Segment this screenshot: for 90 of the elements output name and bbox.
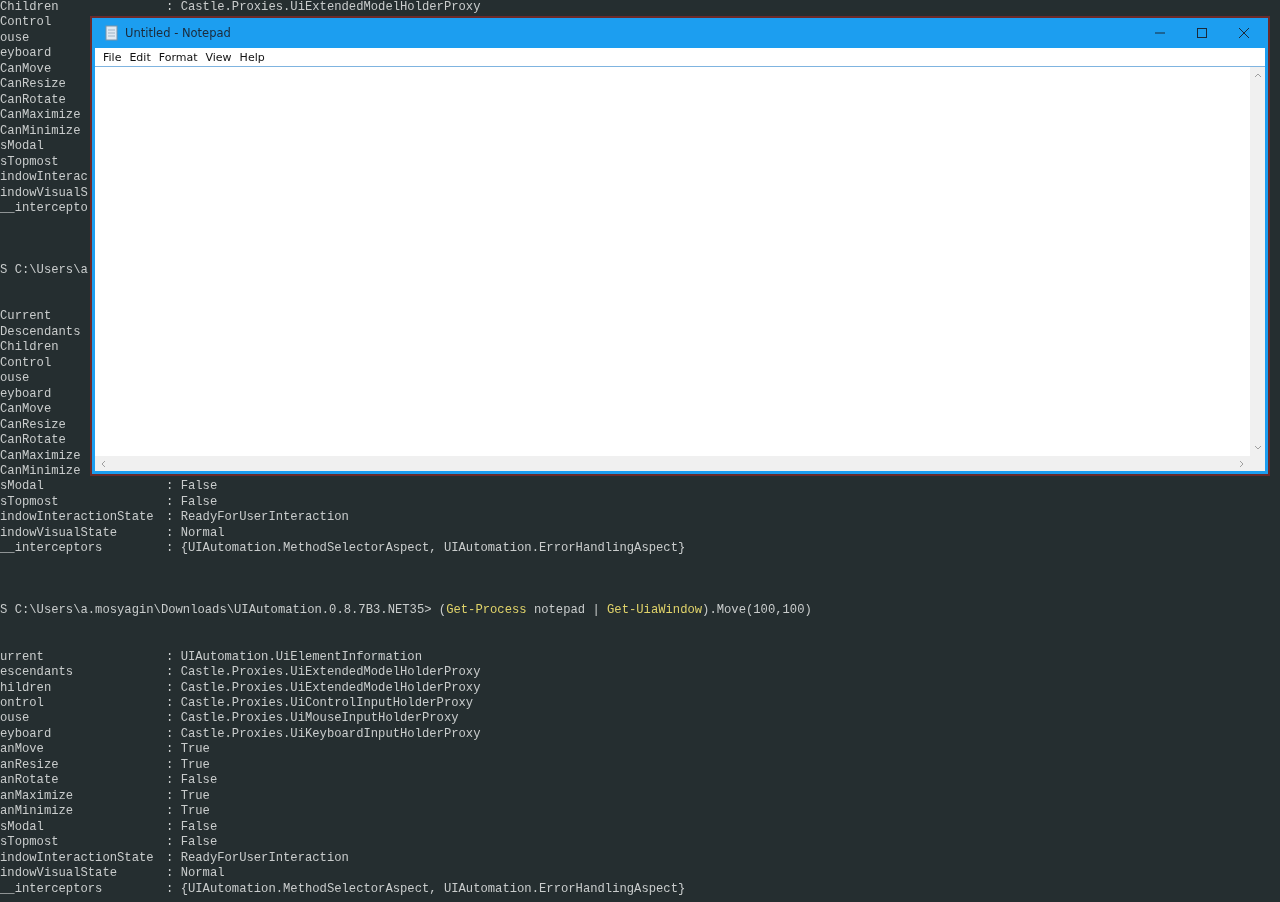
property-name: CanRotate	[0, 433, 66, 448]
property-name: __interceptors	[0, 881, 103, 896]
property-name: CanRotate	[0, 92, 66, 107]
property-value: : False	[166, 819, 218, 836]
property-value: : Castle.Proxies.UiKeyboardInputHolderProxy	[166, 726, 481, 743]
property-name: anMinimize	[0, 804, 74, 819]
property-value: : False	[166, 773, 218, 789]
property-name: anRotate	[0, 773, 59, 788]
property-value: : False	[166, 494, 218, 511]
property-name: CanMove	[0, 402, 52, 417]
command-text: ).Move(100,100)	[702, 603, 812, 619]
notepad-icon	[105, 25, 119, 41]
property-value: : False	[166, 835, 218, 851]
window-title: Untitled - Notepad	[125, 26, 231, 40]
property-name: indowVisualState	[0, 866, 118, 881]
property-name: Descendants	[0, 324, 81, 339]
property-name: ouse	[0, 711, 30, 726]
property-name: anMove	[0, 742, 44, 757]
property-name: eyboard	[0, 726, 52, 741]
scroll-left-icon[interactable]	[100, 459, 106, 468]
property-value: : Normal	[166, 866, 225, 882]
property-value: : UIAutomation.UiElementInformation	[166, 649, 422, 666]
property-name: CanMinimize	[0, 123, 81, 138]
property-value: : Normal	[166, 525, 225, 542]
property-name: eyboard	[0, 386, 52, 401]
prompt-path: S C:\Users\a	[0, 262, 88, 279]
property-name: urrent	[0, 649, 44, 664]
property-name: CanMaximize	[0, 108, 81, 123]
vertical-scrollbar[interactable]	[1250, 67, 1265, 456]
property-name: CanResize	[0, 77, 66, 92]
property-name: sModal	[0, 139, 44, 154]
menu-item[interactable]: Format	[154, 50, 202, 64]
property-name: Children	[0, 0, 59, 14]
property-name: ouse	[0, 371, 30, 386]
property-value: : ReadyForUserInteraction	[166, 850, 349, 867]
property-name: Control	[0, 355, 52, 370]
property-name: ouse	[0, 30, 30, 45]
menu-item[interactable]: File	[99, 50, 126, 64]
prompt-path: S C:\Users\a.mosyagin\Downloads\UIAutomation.0.8.7B3.NET35>	[0, 603, 432, 619]
menu-item[interactable]: Help	[235, 50, 269, 64]
property-name: CanMove	[0, 61, 52, 76]
command-name: Get-Process	[446, 603, 527, 619]
property-name: Control	[0, 15, 52, 30]
property-value: : True	[166, 757, 210, 774]
property-name: CanMinimize	[0, 464, 81, 478]
property-value: : {UIAutomation.MethodSelectorAspect, UIAutomation.ErrorHandlingAspect}	[166, 881, 686, 898]
horizontal-scrollbar[interactable]	[95, 456, 1250, 471]
property-value: : {UIAutomation.MethodSelectorAspect, UIAutomation.ErrorHandlingAspect}	[166, 541, 686, 557]
property-name: indowVisualS	[0, 185, 88, 200]
property-name: sTopmost	[0, 154, 59, 169]
command-text: notepad |	[533, 603, 600, 619]
property-name: Current	[0, 309, 52, 324]
property-value: : False	[166, 479, 218, 495]
scroll-up-icon[interactable]	[1253, 72, 1262, 78]
property-name: indowVisualState	[0, 525, 118, 540]
command-name: Get-UiaWindow	[607, 603, 703, 619]
property-name: sTopmost	[0, 835, 59, 850]
property-name: eyboard	[0, 46, 52, 61]
property-name: indowInterac	[0, 170, 88, 185]
property-name: CanResize	[0, 417, 66, 432]
property-value: : Castle.Proxies.UiExtendedModelHolderProxy	[166, 0, 481, 16]
scroll-right-icon[interactable]	[1239, 459, 1245, 468]
property-value: : True	[166, 742, 210, 758]
property-value: : Castle.Proxies.UiMouseInputHolderProxy	[166, 711, 459, 727]
property-name: Children	[0, 340, 59, 355]
property-value: : Castle.Proxies.UiExtendedModelHolderProxy	[166, 665, 481, 681]
property-name: sModal	[0, 819, 44, 834]
property-name: __intercepto	[0, 201, 88, 216]
property-name: hildren	[0, 680, 52, 695]
menu-item[interactable]: Edit	[125, 50, 155, 64]
property-name: ontrol	[0, 695, 44, 710]
close-icon	[1238, 27, 1250, 39]
scroll-down-icon[interactable]	[1253, 445, 1262, 451]
property-value: : ReadyForUserInteraction	[166, 510, 349, 526]
property-name: indowInteractionState	[0, 850, 154, 865]
property-value: : True	[166, 788, 210, 805]
property-name: anMaximize	[0, 788, 74, 803]
property-name: escendants	[0, 665, 74, 680]
property-name: anResize	[0, 757, 59, 772]
command-text: (	[438, 603, 447, 619]
property-value: : Castle.Proxies.UiExtendedModelHolderProxy	[166, 680, 481, 696]
menu-item[interactable]: View	[201, 50, 236, 64]
property-name: CanMaximize	[0, 448, 81, 463]
maximize-icon	[1196, 27, 1208, 39]
property-value: : True	[166, 804, 210, 820]
property-value: : Castle.Proxies.UiControlInputHolderProxy	[166, 695, 474, 712]
property-name: sModal	[0, 479, 44, 494]
property-name: indowInteractionState	[0, 510, 154, 525]
property-name: __interceptors	[0, 541, 103, 556]
property-name: sTopmost	[0, 494, 59, 509]
